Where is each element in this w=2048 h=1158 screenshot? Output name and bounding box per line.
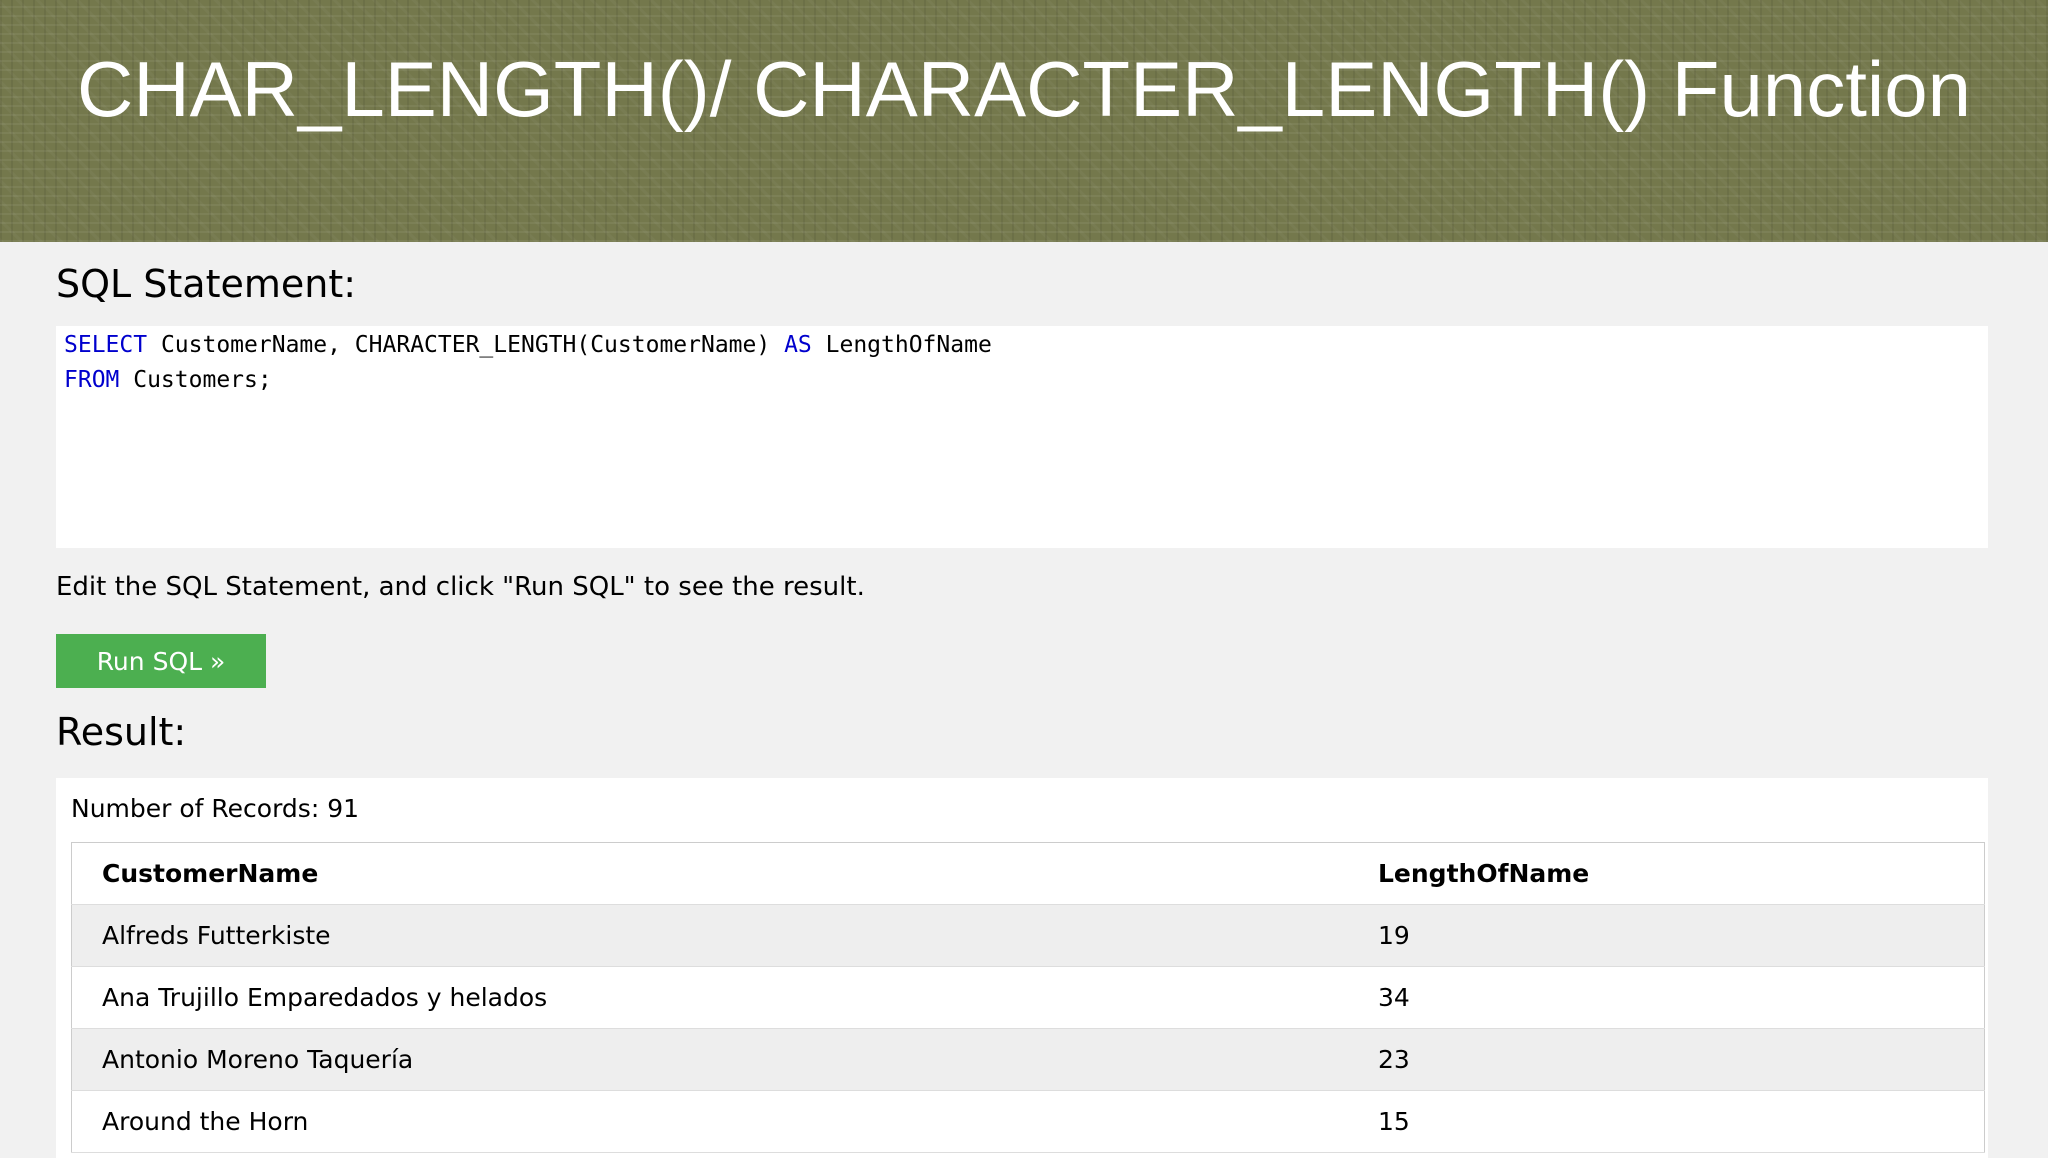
column-header: LengthOfName <box>1348 842 1985 905</box>
table-row: Antonio Moreno Taquería 23 <box>71 1028 1985 1091</box>
keyword-select: SELECT <box>64 332 148 358</box>
keyword-as: AS <box>784 332 812 358</box>
code-line-1: SELECT CustomerName, CHARACTER_LENGTH(Cu… <box>64 332 992 358</box>
code-text: LengthOfName <box>811 332 992 358</box>
table-cell: Ana Trujillo Emparedados y helados <box>71 966 1348 1029</box>
result-heading: Result: <box>56 710 187 754</box>
table-header-row: CustomerName LengthOfName <box>71 842 1985 905</box>
title-banner: CHAR_LENGTH()/ CHARACTER_LENGTH() Functi… <box>0 0 2048 242</box>
column-header: CustomerName <box>71 842 1348 905</box>
table-cell: 19 <box>1348 904 1985 967</box>
code-line-2: FROM Customers; <box>64 367 272 393</box>
result-table: CustomerName LengthOfName Alfreds Futter… <box>71 842 1985 1153</box>
code-text: Customers; <box>119 367 272 393</box>
table-cell: 34 <box>1348 966 1985 1029</box>
code-text: CustomerName, CHARACTER_LENGTH(CustomerN… <box>147 332 785 358</box>
keyword-from: FROM <box>64 367 120 393</box>
result-panel: Number of Records: 91 CustomerName Lengt… <box>56 778 1988 1158</box>
table-cell: 15 <box>1348 1090 1985 1153</box>
table-row: Ana Trujillo Emparedados y helados 34 <box>71 966 1985 1029</box>
instruction-text: Edit the SQL Statement, and click "Run S… <box>56 572 865 602</box>
table-cell: Around the Horn <box>71 1090 1348 1153</box>
records-count: Number of Records: 91 <box>71 794 360 823</box>
table-cell: 23 <box>1348 1028 1985 1091</box>
sql-statement-heading: SQL Statement: <box>56 262 357 306</box>
sql-editor[interactable]: SELECT CustomerName, CHARACTER_LENGTH(Cu… <box>56 326 1988 548</box>
table-cell: Antonio Moreno Taquería <box>71 1028 1348 1091</box>
slide-title: CHAR_LENGTH()/ CHARACTER_LENGTH() Functi… <box>77 45 1971 133</box>
table-row: Alfreds Futterkiste 19 <box>71 904 1985 967</box>
table-cell: Alfreds Futterkiste <box>71 904 1348 967</box>
table-row: Around the Horn 15 <box>71 1090 1985 1153</box>
run-sql-button[interactable]: Run SQL » <box>56 634 266 688</box>
